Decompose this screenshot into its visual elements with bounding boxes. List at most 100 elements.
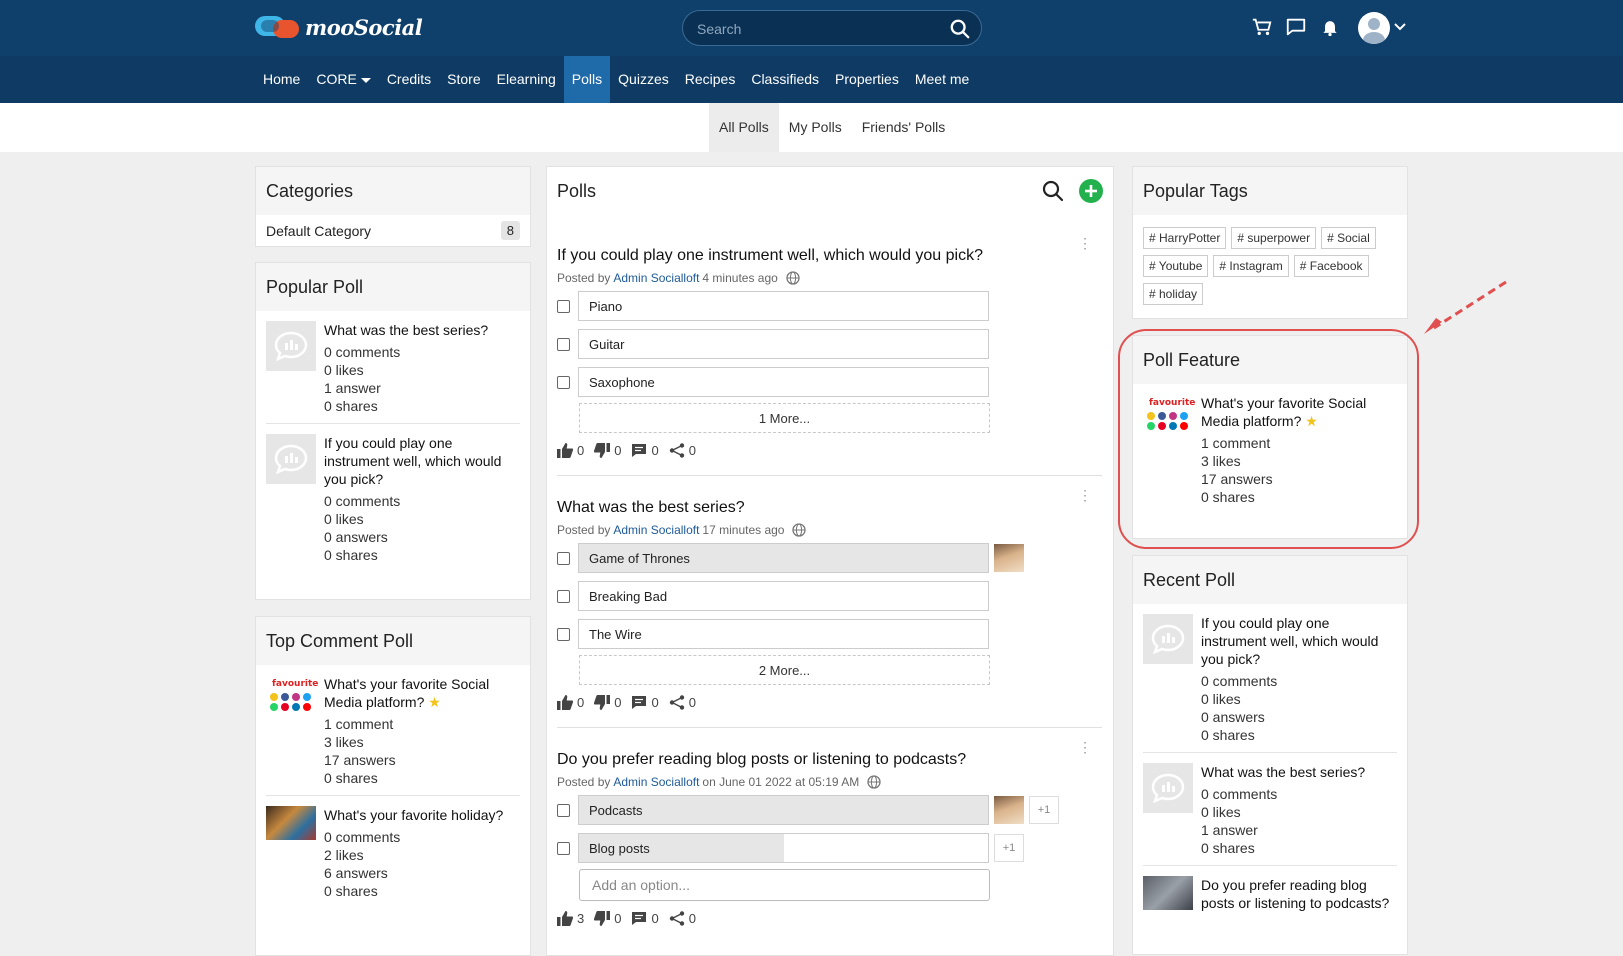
list-item[interactable]: If you could play one instrument well, w… xyxy=(1133,604,1407,752)
more-options-icon[interactable]: ⋮ xyxy=(1078,487,1092,504)
nav-classifieds[interactable]: Classifieds xyxy=(743,56,827,103)
option-bar[interactable]: Saxophone xyxy=(578,367,989,397)
poll-title[interactable]: Do you prefer reading blog posts or list… xyxy=(557,751,1102,769)
comments-count: 0 comments xyxy=(324,344,401,360)
option-bar[interactable]: The Wire xyxy=(578,619,989,649)
tag-social[interactable]: # Social xyxy=(1321,227,1376,249)
list-item[interactable]: favourite What's your favorite Social Me… xyxy=(256,665,530,795)
more-voters-button[interactable]: +1 xyxy=(1029,796,1059,824)
nav-polls[interactable]: Polls xyxy=(563,56,611,103)
tag-instagram[interactable]: # Instagram xyxy=(1213,255,1289,277)
more-options-icon[interactable]: ⋮ xyxy=(1078,739,1092,756)
poll-title-text: What's your favorite Social Media platfo… xyxy=(324,676,490,710)
list-item[interactable]: What was the best series? 0 comments 0 l… xyxy=(256,311,530,423)
tag-youtube[interactable]: # Youtube xyxy=(1143,255,1209,277)
comment-button[interactable]: 0 xyxy=(631,695,659,710)
poll-title[interactable]: What's your favorite Social Media platfo… xyxy=(324,675,520,711)
poll-title[interactable]: What's your favorite holiday? xyxy=(324,806,503,824)
author-link[interactable]: Admin Socialloft xyxy=(613,775,699,789)
like-button[interactable]: 0 xyxy=(557,443,584,458)
nav-home[interactable]: Home xyxy=(255,56,308,103)
poll-title[interactable]: If you could play one instrument well, w… xyxy=(324,434,520,488)
more-options-icon[interactable]: ⋮ xyxy=(1078,235,1092,252)
option-checkbox[interactable] xyxy=(557,589,570,603)
like-button[interactable]: 3 xyxy=(557,911,584,926)
poll-title[interactable]: What's your favorite Social Media platfo… xyxy=(1201,394,1397,430)
share-button[interactable]: 0 xyxy=(669,911,696,926)
nav-properties[interactable]: Properties xyxy=(827,56,907,103)
nav-elearning[interactable]: Elearning xyxy=(489,56,564,103)
option-checkbox[interactable] xyxy=(557,375,570,389)
share-icon xyxy=(669,443,684,458)
option-checkbox[interactable] xyxy=(557,803,570,817)
more-options-button[interactable]: 1 More... xyxy=(579,403,990,433)
like-button[interactable]: 0 xyxy=(557,695,584,710)
nav-store[interactable]: Store xyxy=(439,56,488,103)
comment-button[interactable]: 0 xyxy=(631,443,659,458)
option-bar[interactable]: Blog posts xyxy=(578,833,989,863)
option-checkbox[interactable] xyxy=(557,841,570,855)
avatar[interactable] xyxy=(1358,12,1390,44)
comments-count: 1 comment xyxy=(324,716,394,732)
list-item[interactable]: What was the best series? 0 comments 0 l… xyxy=(1143,752,1397,865)
poll-title[interactable]: If you could play one instrument well, w… xyxy=(1201,614,1397,668)
option-checkbox[interactable] xyxy=(557,551,570,565)
author-link[interactable]: Admin Socialloft xyxy=(613,523,699,537)
option-bar[interactable]: Game of Thrones xyxy=(578,543,989,573)
share-button[interactable]: 0 xyxy=(669,695,696,710)
dislike-button[interactable]: 0 xyxy=(594,443,621,458)
option-bar[interactable]: Breaking Bad xyxy=(578,581,989,611)
search-input[interactable] xyxy=(697,19,937,39)
nav-core[interactable]: CORE xyxy=(308,56,378,103)
list-item[interactable]: favourite What's your favorite Social Me… xyxy=(1133,384,1407,514)
nav-quizzes[interactable]: Quizzes xyxy=(610,56,677,103)
poll-title[interactable]: Do you prefer reading blog posts or list… xyxy=(1201,876,1397,912)
list-item[interactable]: What's your favorite holiday? 0 comments… xyxy=(266,795,520,908)
share-button[interactable]: 0 xyxy=(669,443,696,458)
tag-superpower[interactable]: # superpower xyxy=(1231,227,1317,249)
list-item[interactable]: Do you prefer reading blog posts or list… xyxy=(1143,865,1397,924)
poll-title[interactable]: What was the best series? xyxy=(557,499,1102,517)
favorite-social-thumbnail: favourite xyxy=(266,675,318,725)
logo[interactable]: mooSocial xyxy=(255,14,423,40)
likes-count: 2 likes xyxy=(324,847,364,863)
more-voters-button[interactable]: +1 xyxy=(994,834,1024,862)
share-icon xyxy=(669,911,684,926)
dislike-button[interactable]: 0 xyxy=(594,911,621,926)
category-item[interactable]: Default Category 8 xyxy=(256,215,530,246)
comment-button[interactable]: 0 xyxy=(631,911,659,926)
chat-icon[interactable] xyxy=(1284,14,1308,40)
list-item[interactable]: If you could play one instrument well, w… xyxy=(266,423,520,572)
search-icon[interactable] xyxy=(1041,179,1065,203)
voter-avatar[interactable] xyxy=(994,544,1024,572)
option-bar[interactable]: Podcasts xyxy=(578,795,989,825)
tag-harrypotter[interactable]: # HarryPotter xyxy=(1143,227,1227,249)
tab-friends-polls[interactable]: Friends' Polls xyxy=(852,103,956,152)
search-icon[interactable] xyxy=(949,18,971,40)
option-checkbox[interactable] xyxy=(557,627,570,641)
add-option-input[interactable]: Add an option... xyxy=(579,869,990,901)
tab-my-polls[interactable]: My Polls xyxy=(779,103,852,152)
bell-icon[interactable] xyxy=(1318,14,1342,40)
tag-holiday[interactable]: # holiday xyxy=(1143,283,1204,305)
poll-title[interactable]: What was the best series? xyxy=(324,321,488,339)
nav-recipes[interactable]: Recipes xyxy=(677,56,744,103)
poll-title[interactable]: What was the best series? xyxy=(1201,763,1365,781)
tab-all-polls[interactable]: All Polls xyxy=(709,103,779,152)
cart-icon[interactable] xyxy=(1250,14,1274,40)
nav-credits[interactable]: Credits xyxy=(379,56,439,103)
more-options-button[interactable]: 2 More... xyxy=(579,655,990,685)
option-checkbox[interactable] xyxy=(557,337,570,351)
voter-avatar[interactable] xyxy=(994,796,1024,824)
dislike-button[interactable]: 0 xyxy=(594,695,621,710)
author-link[interactable]: Admin Socialloft xyxy=(613,271,699,285)
option-bar[interactable]: Guitar xyxy=(578,329,989,359)
chevron-down-icon[interactable] xyxy=(1394,22,1406,32)
option-checkbox[interactable] xyxy=(557,299,570,313)
tag-facebook[interactable]: # Facebook xyxy=(1293,255,1369,277)
poll-title[interactable]: If you could play one instrument well, w… xyxy=(557,247,1102,265)
option-bar[interactable]: Piano xyxy=(578,291,989,321)
poll-placeholder-icon xyxy=(1143,763,1193,813)
add-poll-button[interactable] xyxy=(1079,179,1103,203)
nav-meet-me[interactable]: Meet me xyxy=(907,56,977,103)
